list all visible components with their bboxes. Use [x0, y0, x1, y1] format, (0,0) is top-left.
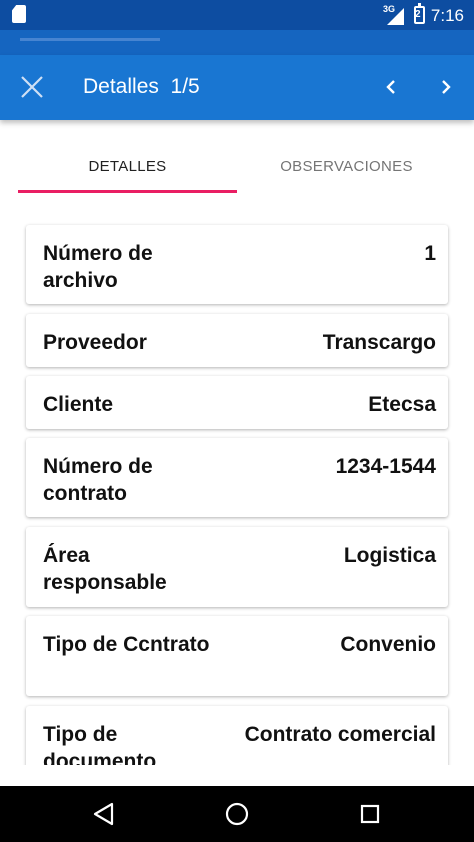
tab-indicator — [18, 190, 237, 193]
detail-card: Proveedor Transcargo — [26, 314, 448, 367]
underlying-app-bar — [0, 30, 474, 55]
detail-label: Proveedor — [43, 331, 147, 354]
details-toolbar: Detalles 1/5 — [0, 55, 474, 120]
home-circle-icon — [225, 802, 249, 826]
tab-detalles[interactable]: DETALLES — [18, 140, 237, 194]
back-button[interactable] — [88, 798, 120, 830]
recents-button[interactable] — [354, 798, 386, 830]
battery-icon: 2 — [414, 3, 425, 24]
detail-value: Transcargo — [322, 331, 436, 354]
battery-level: 2 — [415, 9, 421, 20]
detail-card: Número de archivo 1 — [26, 225, 448, 304]
details-list[interactable]: Número de archivo 1 Proveedor Transcargo… — [0, 222, 474, 765]
detail-value: Contrato comercial — [244, 723, 436, 746]
detail-label: Cliente — [43, 393, 114, 416]
sd-card-icon — [12, 5, 26, 23]
detail-card: Área responsable Logistica — [26, 527, 448, 607]
detail-value: 1 — [424, 242, 436, 265]
signal-icon — [387, 8, 404, 25]
detail-label: Número de contrato — [43, 455, 153, 505]
detail-card: Cliente Etecsa — [26, 376, 448, 429]
home-button[interactable] — [221, 798, 253, 830]
back-triangle-icon — [93, 802, 114, 826]
system-nav-bar — [0, 786, 474, 842]
toolbar-title: Detalles 1/5 — [83, 75, 200, 98]
next-button[interactable] — [428, 69, 464, 105]
chevron-left-icon — [386, 80, 395, 94]
detail-card: Número de contrato 1234-1544 — [26, 438, 448, 517]
tab-observaciones[interactable]: OBSERVACIONES — [237, 140, 456, 194]
detail-value: Etecsa — [368, 393, 436, 416]
detail-label: Número de archivo — [43, 242, 153, 292]
close-button[interactable] — [14, 69, 50, 105]
detail-card: Tipo de Ccntrato Convenio — [26, 616, 448, 696]
detail-label: Área responsable — [43, 544, 167, 594]
status-bar: 3G 2 7:16 — [0, 0, 474, 30]
close-icon — [21, 76, 43, 98]
detail-value: Logistica — [343, 544, 436, 567]
tab-bar: DETALLES OBSERVACIONES — [0, 140, 474, 194]
detail-card: Tipo de documento Contrato comercial — [26, 706, 448, 765]
detail-value: 1234-1544 — [335, 455, 436, 478]
detail-label: Tipo de Ccntrato — [43, 633, 210, 656]
recents-square-icon — [360, 804, 380, 824]
underlying-title-fragment — [20, 38, 160, 41]
detail-label: Tipo de documento — [43, 723, 157, 765]
previous-button[interactable] — [373, 69, 409, 105]
clock: 7:16 — [430, 6, 464, 25]
detail-value: Convenio — [340, 633, 436, 656]
chevron-right-icon — [442, 80, 451, 94]
